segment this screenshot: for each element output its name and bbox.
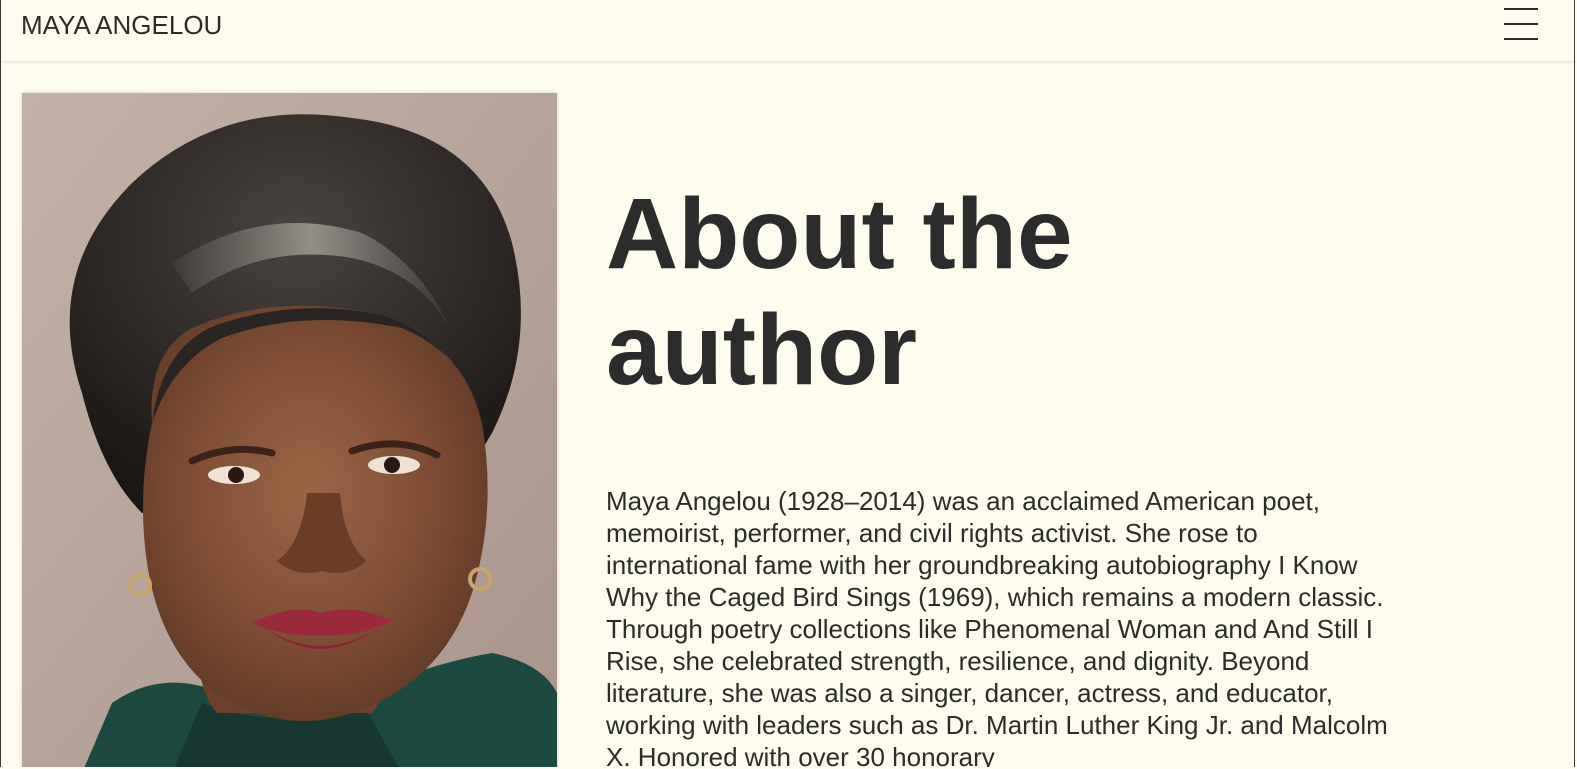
portrait-image [22, 93, 557, 767]
brand-logo-link[interactable]: MAYA ANGELOU [21, 10, 222, 41]
menu-bar-middle [1504, 23, 1538, 25]
page-frame: MAYA ANGELOU About the author Maya Angel… [0, 0, 1575, 767]
about-section: About the author [606, 176, 1406, 408]
author-portrait [22, 93, 557, 767]
site-header: MAYA ANGELOU [1, 0, 1574, 62]
menu-bar-bottom [1504, 38, 1538, 40]
author-bio: Maya Angelou (1928–2014) was an acclaime… [606, 486, 1388, 767]
page-title: About the author [606, 178, 1073, 406]
menu-bar-top [1504, 8, 1538, 10]
hamburger-menu-icon[interactable] [1504, 6, 1538, 40]
